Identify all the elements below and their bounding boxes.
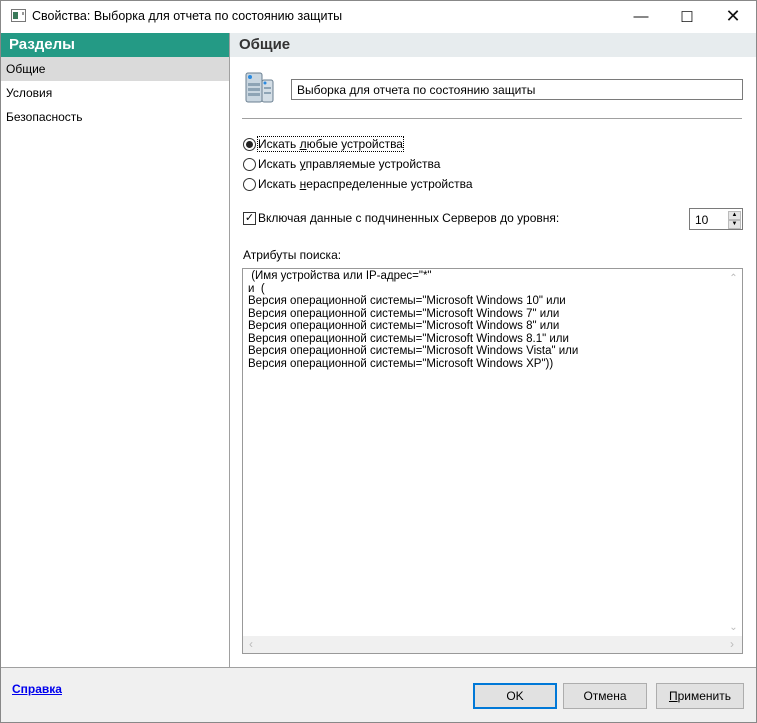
panel-divider [229, 33, 230, 667]
sidebar-item-general[interactable]: Общие [1, 57, 229, 81]
radio-button[interactable] [243, 157, 256, 171]
ok-button[interactable]: OK [473, 683, 557, 709]
level-stepper[interactable]: 10 ▲ ▼ [689, 208, 743, 230]
sidebar-item-conditions[interactable]: Условия [1, 81, 229, 105]
radio-label: Искать [258, 157, 300, 171]
minimize-button[interactable]: — [618, 1, 664, 32]
apply-label: рименить [677, 689, 731, 703]
apply-accel: П [668, 689, 678, 703]
radio-button[interactable] [243, 137, 256, 151]
radio-unassigned-devices[interactable]: Искать нераспределенные устройства [243, 177, 473, 191]
selection-servers-icon [245, 72, 274, 103]
scroll-up-icon[interactable]: ⌃ [725, 273, 742, 284]
vertical-scrollbar[interactable]: ⌃ ⌄ [725, 269, 742, 636]
selection-name-input[interactable] [291, 79, 743, 100]
close-button[interactable]: ✕ [710, 1, 756, 32]
radio-any-devices[interactable]: Искать любые устройства [243, 136, 404, 152]
maximize-button[interactable]: ☐ [664, 1, 710, 32]
level-value[interactable]: 10 [690, 209, 727, 229]
title-bar: Свойства: Выборка для отчета по состояни… [1, 1, 756, 32]
page-title: Общие [230, 33, 756, 57]
sidebar-item-security[interactable]: Безопасность [1, 105, 229, 129]
search-attributes-text: (Имя устройства или IP-адрес="*" и ( Вер… [248, 270, 579, 370]
include-subservers-label: Включая данные с подчиненных Серверов до… [258, 211, 560, 225]
cancel-button[interactable]: Отмена [563, 683, 647, 709]
window-title: Свойства: Выборка для отчета по состояни… [32, 9, 343, 23]
radio-label-accel: л [299, 137, 307, 151]
app-icon [11, 9, 26, 22]
radio-label: ераспределенные устройства [306, 177, 473, 191]
search-attributes-label: Атрибуты поиска: [243, 248, 342, 262]
radio-button[interactable] [243, 177, 256, 191]
scroll-down-icon[interactable]: ⌄ [725, 622, 742, 633]
scroll-right-icon[interactable]: › [730, 637, 734, 651]
horizontal-scrollbar[interactable]: ‹ › [243, 636, 742, 653]
radio-label: Искать [258, 177, 300, 191]
include-subservers-checkbox[interactable]: ✓ Включая данные с подчиненных Серверов д… [243, 211, 559, 225]
search-attributes-textarea[interactable]: (Имя устройства или IP-адрес="*" и ( Вер… [242, 268, 743, 654]
spin-up-icon[interactable]: ▲ [728, 211, 741, 220]
radio-label: юбые устройства [306, 137, 403, 151]
help-link[interactable]: Справка [12, 682, 62, 696]
separator [242, 118, 742, 119]
radio-label: правляемые устройства [305, 157, 441, 171]
radio-managed-devices[interactable]: Искать управляемые устройства [243, 157, 440, 171]
apply-button[interactable]: Применить [656, 683, 744, 709]
sections-header: Разделы [1, 33, 229, 57]
checkmark-icon[interactable]: ✓ [243, 211, 256, 225]
spin-down-icon[interactable]: ▼ [728, 220, 741, 229]
radio-label: Искать [258, 137, 300, 151]
scroll-left-icon[interactable]: ‹ [249, 637, 253, 651]
